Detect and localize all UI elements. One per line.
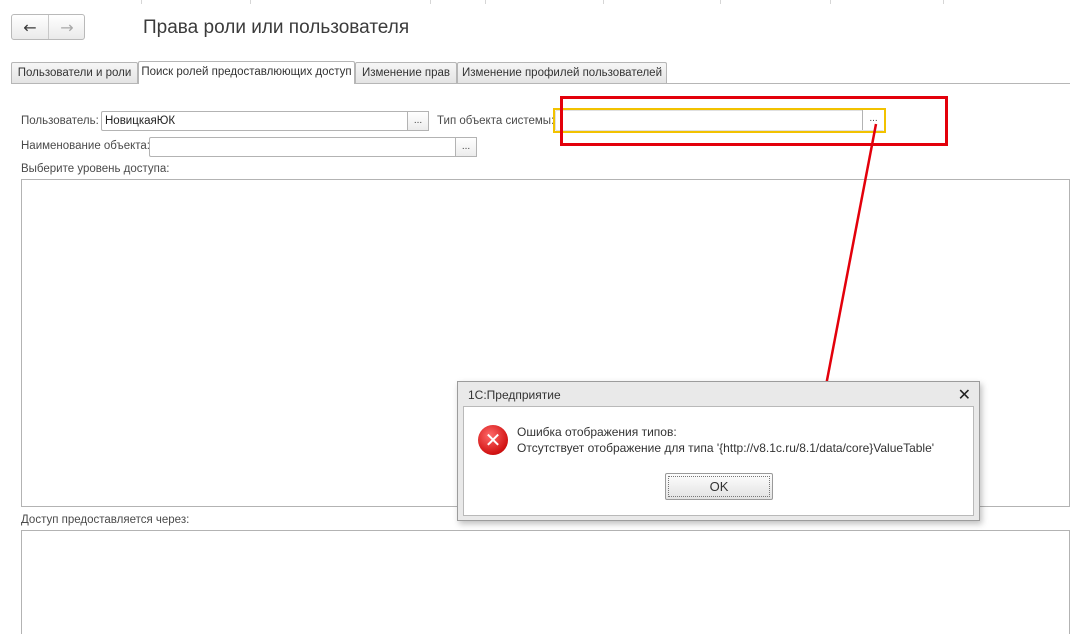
error-message-title: Ошибка отображения типов: — [517, 425, 677, 439]
ok-button[interactable]: OK — [665, 473, 773, 500]
close-icon[interactable]: ✕ — [958, 385, 971, 404]
annotation-arrow — [817, 123, 878, 408]
error-icon: ✕ — [478, 425, 508, 455]
error-message-detail: Отсутствует отображение для типа '{http:… — [517, 441, 935, 455]
dialog-title: 1С:Предприятие — [468, 388, 561, 402]
tab-role-search[interactable]: Поиск ролей предоставлюющих доступ — [138, 61, 355, 84]
dialog-body: ✕ Ошибка отображения типов: Отсутствует … — [463, 406, 974, 516]
error-dialog: 1С:Предприятие ✕ ✕ Ошибка отображения ти… — [457, 381, 980, 521]
